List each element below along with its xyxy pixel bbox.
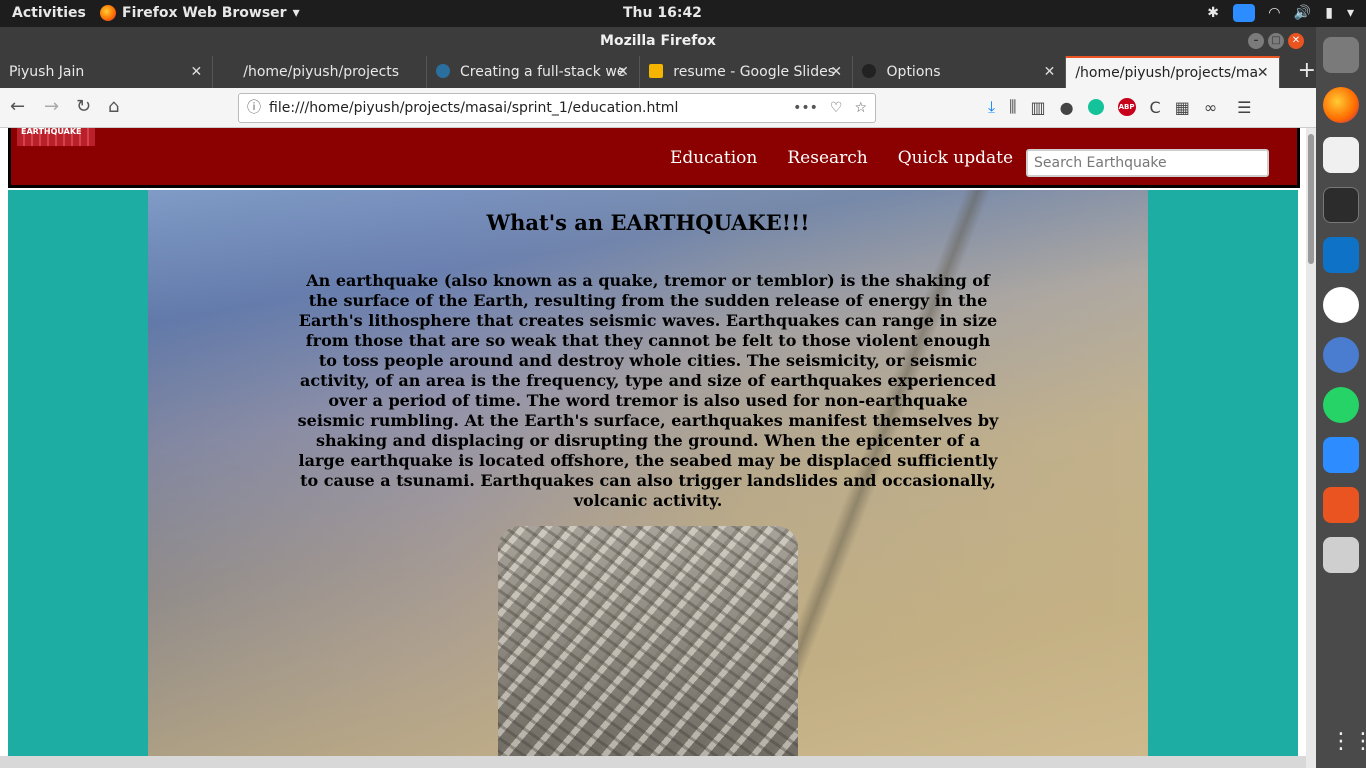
- google-slides-icon: [648, 64, 663, 78]
- info-icon[interactable]: ⓘ: [247, 94, 261, 122]
- earthquake-rubble-image: [498, 526, 798, 756]
- github-icon: [862, 64, 877, 78]
- window-title-bar: Mozilla Firefox – □ ✕: [0, 27, 1316, 56]
- tab-piyush-jain[interactable]: Piyush Jain ✕: [0, 56, 214, 88]
- intro-paragraph: An earthquake (also known as a quake, tr…: [297, 271, 999, 510]
- slack-tray-icon[interactable]: ✱: [1207, 5, 1219, 21]
- nav-research[interactable]: Research: [787, 148, 867, 168]
- vscode-icon[interactable]: [1323, 237, 1359, 273]
- text-editor-icon[interactable]: [1323, 137, 1359, 173]
- settings-icon[interactable]: [1323, 537, 1359, 573]
- volume-icon[interactable]: 🔊: [1294, 5, 1311, 21]
- close-tab-icon[interactable]: ✕: [191, 56, 203, 88]
- hamburger-menu-icon[interactable]: ☰: [1237, 98, 1251, 117]
- close-tab-icon[interactable]: ✕: [617, 56, 629, 88]
- hero-section: What's an EARTHQUAKE!!! An earthquake (a…: [148, 190, 1148, 756]
- horizontal-scroll-area: [0, 756, 1306, 768]
- tab-creating-full-stack[interactable]: Creating a full-stack we ✕: [427, 56, 640, 88]
- chevron-down-icon[interactable]: ▾: [1347, 5, 1354, 21]
- firefox-icon: [100, 5, 116, 21]
- site-favicon-icon: [435, 64, 450, 78]
- download-icon[interactable]: ⤓: [988, 97, 995, 117]
- grammarly-icon[interactable]: [1087, 99, 1104, 115]
- nav-quick-update[interactable]: Quick update: [898, 148, 1013, 168]
- wifi-icon[interactable]: ◠: [1269, 5, 1280, 21]
- window-title: Mozilla Firefox: [600, 33, 716, 49]
- tab-strip: Piyush Jain ✕ /home/piyush/projects Crea…: [0, 56, 1316, 88]
- show-applications-icon[interactable]: ⋮⋮: [1330, 729, 1366, 754]
- zoom-icon[interactable]: [1323, 437, 1359, 473]
- zoom-tray-icon[interactable]: [1233, 4, 1256, 22]
- page-heading: What's an EARTHQUAKE!!!: [486, 210, 810, 235]
- maximize-button[interactable]: □: [1268, 33, 1284, 49]
- toolbar-icons: ⤓ ⫼ ▥ ● ABP C ▦ ∞ ☰: [988, 97, 1252, 117]
- extension-binoculars-icon[interactable]: ∞: [1204, 98, 1217, 117]
- extension-icon[interactable]: C: [1150, 98, 1161, 117]
- window-controls: – □ ✕: [1248, 33, 1304, 49]
- whatsapp-icon[interactable]: [1323, 387, 1359, 423]
- extension-grid-icon[interactable]: ▦: [1175, 98, 1190, 117]
- bookmark-star-icon[interactable]: ☆: [854, 94, 867, 122]
- library-icon[interactable]: ⫼: [1009, 97, 1016, 117]
- page-actions-icon[interactable]: •••: [793, 94, 818, 122]
- nav-education[interactable]: Education: [670, 148, 757, 168]
- close-tab-icon[interactable]: ✕: [1257, 58, 1269, 88]
- url-actions: ••• ♡ ☆: [793, 94, 867, 122]
- system-tray[interactable]: ✱ ◠ 🔊 ▮ ▾: [1207, 4, 1354, 22]
- terminal-icon[interactable]: [1323, 187, 1359, 223]
- firefox-dock-icon[interactable]: [1323, 87, 1359, 123]
- files-icon[interactable]: [1323, 37, 1359, 73]
- home-button[interactable]: ⌂: [108, 96, 119, 117]
- adblock-icon[interactable]: ABP: [1117, 98, 1136, 116]
- forward-button[interactable]: →: [44, 96, 59, 117]
- tab-label: Options: [886, 64, 941, 80]
- app-menu-label: Firefox Web Browser: [122, 5, 287, 21]
- tab-resume-google-slides[interactable]: resume - Google Slides ✕: [640, 56, 854, 88]
- url-bar[interactable]: ⓘ file:///home/piyush/projects/masai/spr…: [238, 93, 876, 123]
- tab-label: /home/piyush/projects: [243, 64, 400, 80]
- battery-icon[interactable]: ▮: [1325, 5, 1333, 21]
- close-button[interactable]: ✕: [1288, 33, 1304, 49]
- clock[interactable]: Thu 16:42: [623, 5, 702, 21]
- tab-label: resume - Google Slides: [673, 64, 835, 80]
- reload-button[interactable]: ↻: [76, 96, 91, 117]
- new-tab-button[interactable]: +: [1280, 56, 1316, 88]
- software-center-icon[interactable]: [1323, 487, 1359, 523]
- system-top-bar: Activities Firefox Web Browser ▾ Thu 16:…: [0, 0, 1366, 27]
- tab-label: Piyush Jain: [9, 64, 85, 80]
- sidebar-icon[interactable]: ▥: [1030, 98, 1045, 117]
- activities-button[interactable]: Activities: [12, 5, 86, 21]
- scrollbar-thumb[interactable]: [1308, 134, 1314, 264]
- vertical-scrollbar[interactable]: [1306, 128, 1316, 768]
- minimize-button[interactable]: –: [1248, 33, 1264, 49]
- pocket-icon[interactable]: ♡: [830, 94, 843, 122]
- account-icon[interactable]: ●: [1060, 98, 1074, 117]
- app-menu[interactable]: Firefox Web Browser ▾: [100, 5, 300, 21]
- site-logo[interactable]: EARTHQUAKE: [17, 128, 95, 146]
- close-tab-icon[interactable]: ✕: [830, 56, 842, 88]
- navigation-toolbar: ← → ↻ ⌂ ⓘ file:///home/piyush/projects/m…: [0, 88, 1316, 128]
- site-nav: Education Research Quick update: [670, 148, 1013, 168]
- tab-home-projects[interactable]: /home/piyush/projects: [213, 56, 427, 88]
- close-tab-icon[interactable]: ✕: [1044, 56, 1056, 88]
- url-text[interactable]: file:///home/piyush/projects/masai/sprin…: [269, 100, 678, 116]
- site-search-input[interactable]: Search Earthquake: [1026, 149, 1269, 177]
- ubuntu-dock: ⋮⋮: [1316, 27, 1366, 768]
- web-page: EARTHQUAKE Education Research Quick upda…: [0, 128, 1306, 768]
- tab-label: Creating a full-stack we: [460, 64, 626, 80]
- tab-education-active[interactable]: /home/piyush/projects/ma ✕: [1066, 56, 1280, 88]
- back-button[interactable]: ←: [10, 96, 25, 117]
- chromium-icon[interactable]: [1323, 337, 1359, 373]
- tab-label: /home/piyush/projects/ma: [1075, 65, 1259, 81]
- slack-icon[interactable]: [1323, 287, 1359, 323]
- site-header: EARTHQUAKE Education Research Quick upda…: [8, 128, 1300, 188]
- tab-options[interactable]: Options ✕: [853, 56, 1067, 88]
- chevron-down-icon: ▾: [292, 5, 300, 21]
